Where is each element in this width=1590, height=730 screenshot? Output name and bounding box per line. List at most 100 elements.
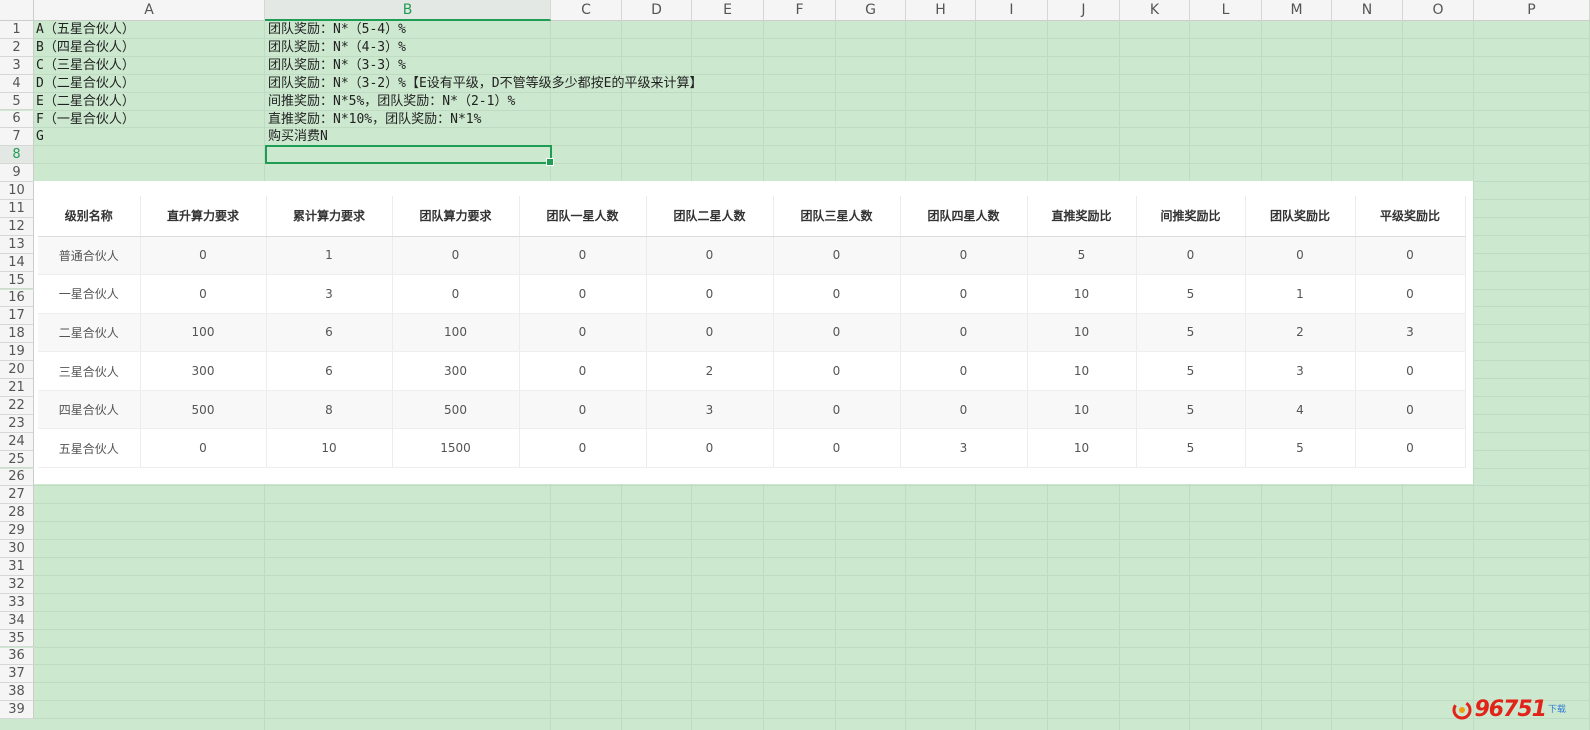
row-header-10[interactable]: 10 xyxy=(0,182,34,200)
column-header-a[interactable]: A xyxy=(34,0,265,21)
row-header-17[interactable]: 17 xyxy=(0,307,34,326)
row-header-28[interactable]: 28 xyxy=(0,504,34,523)
grid-hline xyxy=(34,682,1590,684)
cell-b4[interactable]: 团队奖励：N*（3-2）%【E设有平级，D不管等级多少都按E的平级来计算】 xyxy=(268,75,702,93)
table-cell: 2 xyxy=(646,351,774,391)
row-header-36[interactable]: 36 xyxy=(0,647,34,666)
column-header-j[interactable]: J xyxy=(1048,0,1120,21)
row-header-7[interactable]: 7 xyxy=(0,128,34,147)
cell-a3[interactable]: C（三星合伙人） xyxy=(36,57,135,75)
table-row: 二星合伙人 100 6 100 0 0 0 0 10 5 2 3 xyxy=(38,313,1466,353)
table-cell: 0 xyxy=(519,390,647,430)
table-cell: 5 xyxy=(1136,313,1246,353)
grid-hline xyxy=(34,557,1590,558)
table-cell: 10 xyxy=(1027,313,1137,353)
row-header-22[interactable]: 22 xyxy=(0,396,34,415)
column-header-e[interactable]: E xyxy=(692,0,764,21)
row-header-31[interactable]: 31 xyxy=(0,558,34,576)
table-cell: 0 xyxy=(900,390,1028,430)
table-header-cell: 团队算力要求 xyxy=(392,196,520,237)
table-header-cell: 直升算力要求 xyxy=(140,196,267,237)
column-header-c[interactable]: C xyxy=(551,0,622,21)
table-cell: 5 xyxy=(1136,274,1246,314)
row-header-27[interactable]: 27 xyxy=(0,486,34,505)
selected-cell-b8[interactable] xyxy=(265,145,554,166)
column-header-g[interactable]: G xyxy=(836,0,906,21)
row-header-5[interactable]: 5 xyxy=(0,92,34,111)
cell-a5[interactable]: E（二星合伙人） xyxy=(36,93,135,111)
column-header-o[interactable]: O xyxy=(1403,0,1474,21)
row-header-39[interactable]: 39 xyxy=(0,701,34,720)
fill-handle[interactable] xyxy=(546,158,554,166)
table-cell: 1500 xyxy=(392,428,520,469)
cell-b1[interactable]: 团队奖励：N*（5-4）% xyxy=(268,21,406,39)
table-cell: 0 xyxy=(1355,390,1466,430)
row-header-30[interactable]: 30 xyxy=(0,540,34,558)
row-header-35[interactable]: 35 xyxy=(0,629,34,648)
row-header-32[interactable]: 32 xyxy=(0,575,34,594)
row-header-15[interactable]: 15 xyxy=(0,271,34,290)
row-header-19[interactable]: 19 xyxy=(0,343,34,362)
cell-a7[interactable]: G xyxy=(36,128,44,146)
select-all-corner[interactable] xyxy=(0,0,34,21)
row-header-21[interactable]: 21 xyxy=(0,379,34,397)
row-header-14[interactable]: 14 xyxy=(0,253,34,272)
column-header-i[interactable]: I xyxy=(976,0,1048,21)
row-header-25[interactable]: 25 xyxy=(0,450,34,469)
cell-b6[interactable]: 直推奖励：N*10%，团队奖励：N*1% xyxy=(268,111,481,129)
row-header-1[interactable]: 1 xyxy=(0,21,34,39)
column-header-p[interactable]: P xyxy=(1474,0,1590,21)
column-header-b[interactable]: B xyxy=(265,0,551,21)
row-header-33[interactable]: 33 xyxy=(0,593,34,612)
row-header-9[interactable]: 9 xyxy=(0,164,34,183)
column-header-k[interactable]: K xyxy=(1120,0,1190,21)
table-cell: 8 xyxy=(266,390,393,430)
table-level-name: 一星合伙人 xyxy=(38,274,141,314)
table-level-name: 三星合伙人 xyxy=(38,351,141,391)
column-header-n[interactable]: N xyxy=(1332,0,1403,21)
grid-hline xyxy=(34,718,1590,720)
table-header-cell: 团队二星人数 xyxy=(646,196,774,237)
table-cell: 0 xyxy=(900,274,1028,314)
cell-a6[interactable]: F（一星合伙人） xyxy=(36,111,135,129)
table-header-cell: 团队奖励比 xyxy=(1245,196,1356,237)
table-header-cell: 直推奖励比 xyxy=(1027,196,1137,237)
table-level-name: 四星合伙人 xyxy=(38,390,141,430)
row-header-37[interactable]: 37 xyxy=(0,665,34,684)
cell-a1[interactable]: A（五星合伙人） xyxy=(36,21,135,39)
column-header-l[interactable]: L xyxy=(1190,0,1262,21)
table-cell: 300 xyxy=(392,351,520,391)
row-header-18[interactable]: 18 xyxy=(0,325,34,344)
row-header-23[interactable]: 23 xyxy=(0,414,34,433)
row-header-3[interactable]: 3 xyxy=(0,56,34,75)
row-header-2[interactable]: 2 xyxy=(0,38,34,57)
cell-b7[interactable]: 购买消费N xyxy=(268,128,328,146)
table-header-cell: 级别名称 xyxy=(38,196,141,237)
row-header-38[interactable]: 38 xyxy=(0,683,34,702)
row-header-11[interactable]: 11 xyxy=(0,200,34,218)
cell-b2[interactable]: 团队奖励：N*（4-3）% xyxy=(268,39,406,57)
row-header-12[interactable]: 12 xyxy=(0,217,34,236)
table-cell: 0 xyxy=(773,236,901,276)
row-header-13[interactable]: 13 xyxy=(0,235,34,254)
grid-hline xyxy=(34,700,1590,702)
column-header-d[interactable]: D xyxy=(622,0,692,21)
column-header-f[interactable]: F xyxy=(764,0,836,21)
column-header-m[interactable]: M xyxy=(1262,0,1332,21)
table-header-cell: 团队四星人数 xyxy=(900,196,1028,237)
row-header-20[interactable]: 20 xyxy=(0,361,34,379)
row-header-24[interactable]: 24 xyxy=(0,432,34,451)
row-header-4[interactable]: 4 xyxy=(0,74,34,93)
cell-a2[interactable]: B（四星合伙人） xyxy=(36,39,135,57)
cell-b3[interactable]: 团队奖励：N*（3-3）% xyxy=(268,57,406,75)
row-header-29[interactable]: 29 xyxy=(0,522,34,541)
row-header-6[interactable]: 6 xyxy=(0,110,34,129)
grid-hline xyxy=(34,574,1590,576)
row-header-26[interactable]: 26 xyxy=(0,468,34,487)
row-header-8[interactable]: 8 xyxy=(0,146,34,165)
row-header-16[interactable]: 16 xyxy=(0,289,34,308)
column-header-h[interactable]: H xyxy=(906,0,976,21)
cell-b5[interactable]: 间推奖励：N*5%，团队奖励：N*（2-1）% xyxy=(268,93,515,111)
cell-a4[interactable]: D（二星合伙人） xyxy=(36,75,135,93)
row-header-34[interactable]: 34 xyxy=(0,611,34,630)
